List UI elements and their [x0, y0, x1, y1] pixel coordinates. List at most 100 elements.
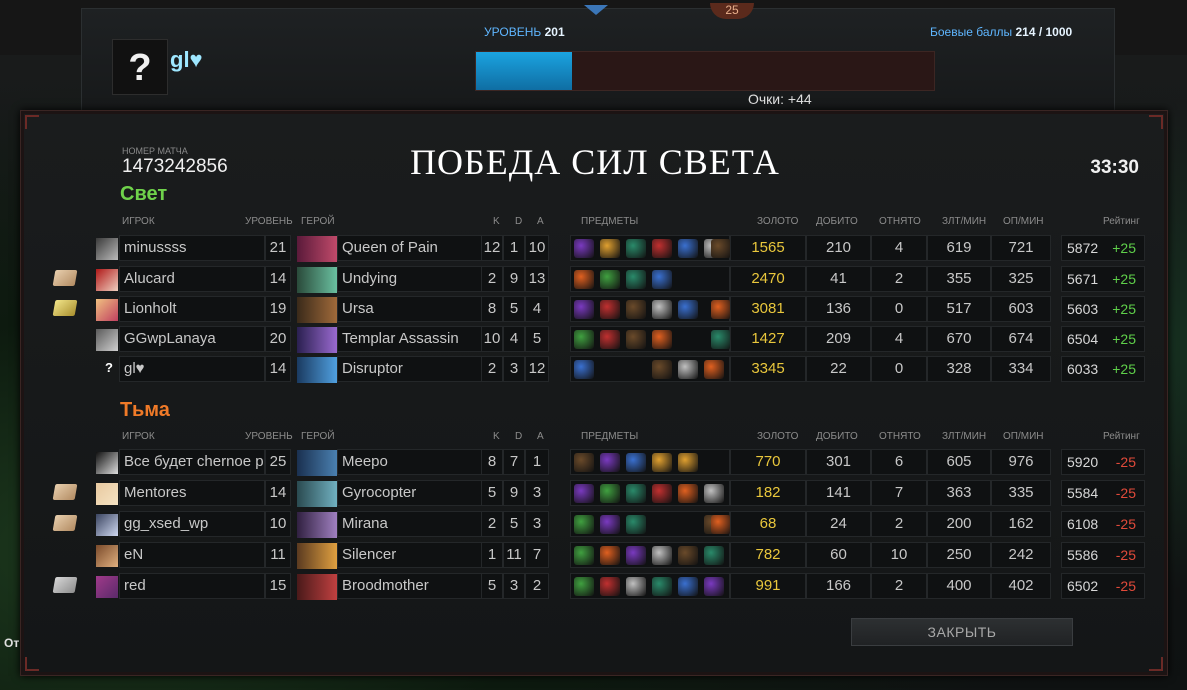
- item-icon[interactable]: [626, 546, 646, 565]
- dire-player-row[interactable]: Mentores 14 Gyrocopter 5 9 3 182 141 7 363 335 5584…: [21, 480, 1169, 508]
- item-icon[interactable]: [652, 270, 672, 289]
- player-avatar-icon[interactable]: [96, 483, 118, 505]
- item-icon[interactable]: [626, 330, 646, 349]
- item-icon[interactable]: [704, 484, 724, 503]
- hero-portrait-icon[interactable]: [297, 543, 337, 569]
- hero-portrait-icon[interactable]: [297, 357, 337, 383]
- player-name[interactable]: eN: [119, 542, 265, 568]
- player-avatar-icon[interactable]: [96, 269, 118, 291]
- item-icon[interactable]: [600, 239, 620, 258]
- hero-portrait-icon[interactable]: [297, 236, 337, 262]
- hero-name[interactable]: Ursa: [337, 296, 491, 322]
- player-name[interactable]: Lionholt: [119, 296, 265, 322]
- player-name[interactable]: gg_xsed_wp: [119, 511, 265, 537]
- hero-portrait-icon[interactable]: [297, 481, 337, 507]
- dire-player-row[interactable]: Все будет chernoe piz 25 Meepo 8 7 1 770 301 6 60…: [21, 449, 1169, 477]
- player-avatar-icon[interactable]: [96, 514, 118, 536]
- radiant-player-row[interactable]: ? gl♥ 14 Disruptor 2 3 12 3345 22 0 328 334 6033 +25: [21, 356, 1169, 384]
- item-icon[interactable]: [678, 577, 698, 596]
- close-button[interactable]: ЗАКРЫТЬ: [851, 618, 1073, 646]
- player-avatar-icon[interactable]: [96, 329, 118, 351]
- hero-name[interactable]: Meepo: [337, 449, 491, 475]
- item-icon[interactable]: [678, 239, 698, 258]
- item-icon[interactable]: [600, 330, 620, 349]
- item-icon[interactable]: [626, 484, 646, 503]
- item-icon[interactable]: [678, 546, 698, 565]
- hero-name[interactable]: Silencer: [337, 542, 491, 568]
- hero-name[interactable]: Undying: [337, 266, 491, 292]
- player-avatar-icon[interactable]: [96, 576, 118, 598]
- item-icon[interactable]: [704, 577, 724, 596]
- item-icon[interactable]: [652, 330, 672, 349]
- player-name[interactable]: gl♥: [119, 356, 265, 382]
- item-icon[interactable]: [711, 330, 731, 349]
- item-icon[interactable]: [678, 484, 698, 503]
- dire-player-row[interactable]: red 15 Broodmother 5 3 2 991 166 2 400 402 6502 -25: [21, 573, 1169, 601]
- item-icon[interactable]: [600, 546, 620, 565]
- player-avatar-icon[interactable]: [96, 299, 118, 321]
- item-icon[interactable]: [652, 577, 672, 596]
- hero-portrait-icon[interactable]: [297, 327, 337, 353]
- item-icon[interactable]: [704, 360, 724, 379]
- hero-name[interactable]: Broodmother: [337, 573, 491, 599]
- item-icon[interactable]: [600, 515, 620, 534]
- item-icon[interactable]: [626, 515, 646, 534]
- item-icon[interactable]: [626, 577, 646, 596]
- hero-portrait-icon[interactable]: [297, 574, 337, 600]
- item-icon[interactable]: [652, 239, 672, 258]
- item-icon[interactable]: [574, 577, 594, 596]
- radiant-player-row[interactable]: Lionholt 19 Ursa 8 5 4 3081 136 0 517 603 5603 +25: [21, 296, 1169, 324]
- player-name[interactable]: Alucard: [119, 266, 265, 292]
- item-icon[interactable]: [652, 300, 672, 319]
- item-icon[interactable]: [600, 270, 620, 289]
- item-icon[interactable]: [678, 453, 698, 472]
- item-icon[interactable]: [711, 515, 731, 534]
- player-name[interactable]: red: [119, 573, 265, 599]
- item-icon[interactable]: [626, 300, 646, 319]
- item-icon[interactable]: [711, 239, 731, 258]
- dire-player-row[interactable]: gg_xsed_wp 10 Mirana 2 5 3 68 24 2 200 162 6108 -25: [21, 511, 1169, 539]
- item-icon[interactable]: [574, 300, 594, 319]
- item-icon[interactable]: [652, 453, 672, 472]
- player-avatar-icon[interactable]: [96, 238, 118, 260]
- radiant-player-row[interactable]: GGwpLanaya 20 Templar Assassin 10 4 5 1427 209 4…: [21, 326, 1169, 354]
- radiant-player-row[interactable]: Alucard 14 Undying 2 9 13 2470 41 2 355 325 5671 +25: [21, 266, 1169, 294]
- item-icon[interactable]: [652, 546, 672, 565]
- item-icon[interactable]: [652, 484, 672, 503]
- player-avatar-icon[interactable]: [96, 545, 118, 567]
- item-icon[interactable]: [626, 453, 646, 472]
- item-icon[interactable]: [626, 239, 646, 258]
- item-icon[interactable]: [626, 270, 646, 289]
- radiant-player-row[interactable]: minussss 21 Queen of Pain 12 1 10 1565 210 4 619 7…: [21, 235, 1169, 263]
- item-icon[interactable]: [574, 239, 594, 258]
- item-icon[interactable]: [574, 546, 594, 565]
- item-icon[interactable]: [574, 330, 594, 349]
- item-icon[interactable]: [652, 360, 672, 379]
- item-icon[interactable]: [678, 300, 698, 319]
- player-name[interactable]: Все будет chernoe piz: [119, 449, 265, 475]
- hero-portrait-icon[interactable]: [297, 450, 337, 476]
- player-avatar-icon[interactable]: [96, 452, 118, 474]
- hero-name[interactable]: Disruptor: [337, 356, 491, 382]
- item-icon[interactable]: [600, 577, 620, 596]
- item-icon[interactable]: [600, 453, 620, 472]
- dire-player-row[interactable]: eN 11 Silencer 1 11 7 782 60 10 250 242 5586 -25: [21, 542, 1169, 570]
- item-icon[interactable]: [574, 360, 594, 379]
- item-icon[interactable]: [600, 484, 620, 503]
- player-name[interactable]: Mentores: [119, 480, 265, 506]
- hero-name[interactable]: Mirana: [337, 511, 491, 537]
- hero-portrait-icon[interactable]: [297, 267, 337, 293]
- item-icon[interactable]: [704, 546, 724, 565]
- item-icon[interactable]: [574, 270, 594, 289]
- hero-name[interactable]: Gyrocopter: [337, 480, 491, 506]
- item-icon[interactable]: [574, 453, 594, 472]
- item-icon[interactable]: [574, 515, 594, 534]
- item-icon[interactable]: [574, 484, 594, 503]
- hero-name[interactable]: Templar Assassin: [337, 326, 491, 352]
- player-name[interactable]: minussss: [119, 235, 265, 261]
- item-icon[interactable]: [678, 360, 698, 379]
- hero-portrait-icon[interactable]: [297, 297, 337, 323]
- player-name[interactable]: GGwpLanaya: [119, 326, 265, 352]
- hero-name[interactable]: Queen of Pain: [337, 235, 491, 261]
- hero-portrait-icon[interactable]: [297, 512, 337, 538]
